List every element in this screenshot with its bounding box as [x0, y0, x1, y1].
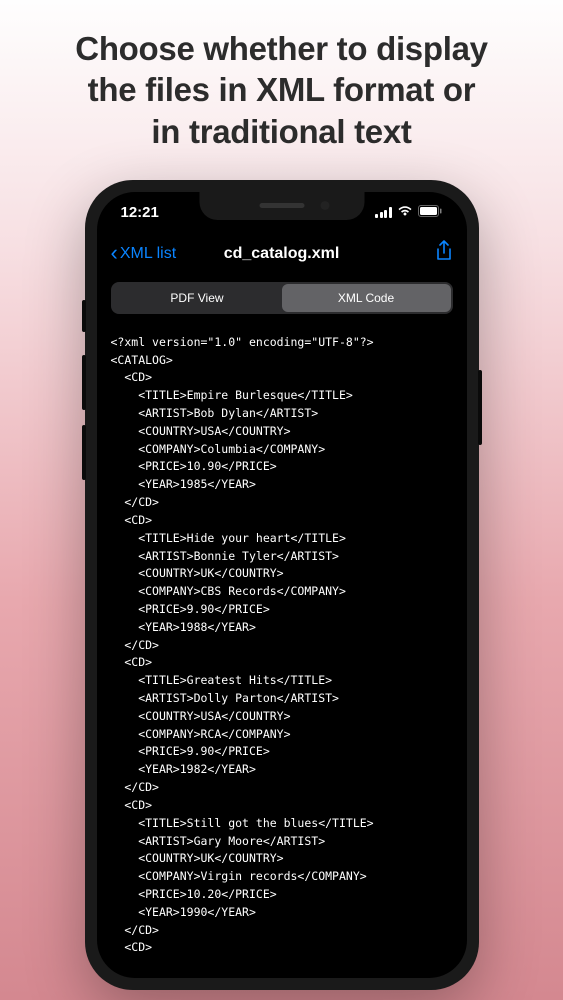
segment-xml-code[interactable]: XML Code: [282, 284, 451, 312]
phone-camera: [320, 201, 329, 210]
back-button[interactable]: ‹ XML list: [111, 244, 177, 264]
share-icon: [435, 240, 453, 262]
phone-speaker: [259, 203, 304, 208]
segment-pdf-view[interactable]: PDF View: [113, 284, 282, 312]
status-time: 12:21: [121, 204, 159, 221]
cellular-signal-icon: [375, 207, 392, 218]
battery-icon: [418, 204, 443, 221]
status-indicators: [375, 204, 443, 221]
view-mode-segmented-control: PDF View XML Code: [111, 282, 453, 314]
phone-volume-up: [82, 355, 86, 410]
phone-frame: 12:21: [85, 180, 479, 990]
phone-volume-down: [82, 425, 86, 480]
wifi-icon: [397, 204, 413, 221]
back-label: XML list: [120, 245, 176, 263]
marketing-heading: Choose whether to display the files in X…: [75, 28, 487, 152]
phone-power-button: [478, 370, 482, 445]
phone-mute-switch: [82, 300, 86, 332]
xml-code-viewer[interactable]: <?xml version="1.0" encoding="UTF-8"?> <…: [97, 322, 467, 969]
share-button[interactable]: [435, 240, 453, 267]
phone-notch: [199, 192, 364, 220]
phone-screen: 12:21: [97, 192, 467, 978]
navigation-bar: ‹ XML list cd_catalog.xml: [97, 234, 467, 274]
chevron-left-icon: ‹: [111, 242, 118, 264]
page-title: cd_catalog.xml: [224, 245, 340, 263]
